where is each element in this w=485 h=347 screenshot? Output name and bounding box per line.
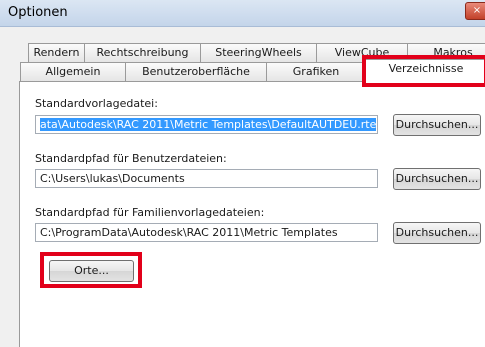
tab-verzeichnisse[interactable]: Verzeichnisse xyxy=(365,59,485,82)
tab-rendern[interactable]: Rendern xyxy=(28,43,85,62)
tab-steeringwheels[interactable]: SteeringWheels xyxy=(200,43,317,62)
family-templates-path-browse-button[interactable]: Durchsuchen... xyxy=(393,222,481,244)
user-files-path-field[interactable]: C:\Users\lukas\Documents xyxy=(35,169,378,188)
options-dialog: Optionen × Rendern Rechtschreibung Steer… xyxy=(0,0,485,347)
template-file-label: Standardvorlagedatei: xyxy=(35,97,158,110)
template-file-value: ata\Autodesk\RAC 2011\Metric Templates\D… xyxy=(40,118,377,131)
tab-allgemein[interactable]: Allgemein xyxy=(20,62,126,81)
close-icon: × xyxy=(472,5,482,16)
tab-benutzeroberflaeche[interactable]: Benutzeroberfläche xyxy=(125,62,267,81)
family-templates-path-field[interactable]: C:\ProgramData\Autodesk\RAC 2011\Metric … xyxy=(35,223,378,242)
directories-panel: Standardvorlagedatei: ata\Autodesk\RAC 2… xyxy=(19,81,485,347)
family-templates-path-label: Standardpfad für Familienvorlagedateien: xyxy=(35,206,265,219)
template-file-field[interactable]: ata\Autodesk\RAC 2011\Metric Templates\D… xyxy=(35,115,378,134)
places-button[interactable]: Orte... xyxy=(49,260,134,282)
user-files-path-browse-button[interactable]: Durchsuchen... xyxy=(393,168,481,190)
user-files-path-label: Standardpfad für Benutzerdateien: xyxy=(35,152,227,165)
tab-grafiken[interactable]: Grafiken xyxy=(266,62,366,81)
tab-rechtschreibung[interactable]: Rechtschreibung xyxy=(84,43,201,62)
close-button[interactable]: × xyxy=(465,2,485,20)
template-file-browse-button[interactable]: Durchsuchen... xyxy=(393,114,481,136)
window-title: Optionen xyxy=(8,5,68,20)
title-bar[interactable]: Optionen × xyxy=(0,0,485,27)
